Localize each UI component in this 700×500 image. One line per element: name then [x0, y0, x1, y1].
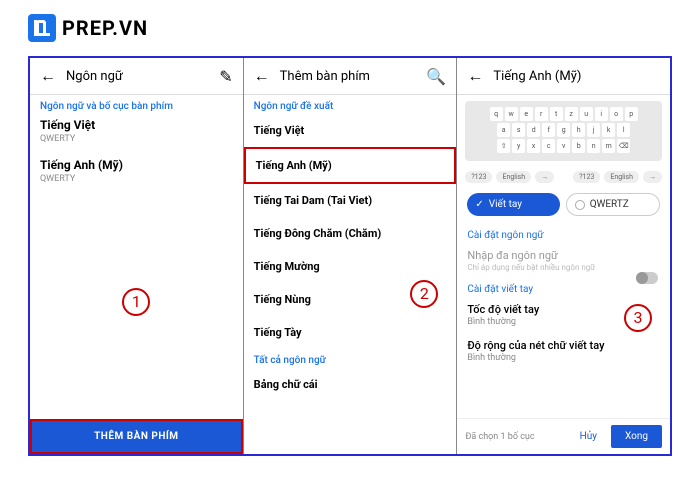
section-label: Cài đặt ngôn ngữ	[457, 224, 670, 243]
keyboard-preview: qwertzuiop asdfghjkl ⇧yxcvbnm⌫	[465, 101, 662, 161]
panel-english-us: ← Tiếng Anh (Mỹ) qwertzuiop asdfghjkl ⇧y…	[457, 58, 670, 454]
add-keyboard-highlight: THÊM BÀN PHÍM	[30, 419, 243, 454]
language-name: Tiếng Việt	[40, 118, 233, 132]
back-arrow-icon[interactable]: ←	[467, 66, 483, 86]
setting-subtitle: Chỉ áp dụng nếu bật nhiều ngôn ngữ	[467, 263, 660, 272]
setting-subtitle: Bình thường	[467, 353, 660, 363]
header: ← Ngôn ngữ ✎	[30, 58, 243, 95]
add-keyboard-button[interactable]: THÊM BÀN PHÍM	[32, 421, 241, 452]
cancel-button[interactable]: Hủy	[572, 427, 605, 446]
setting-multilang[interactable]: Nhập đa ngôn ngữ Chỉ áp dụng nếu bật nhi…	[457, 243, 670, 278]
panel-add-keyboard: ← Thêm bàn phím 🔍 Ngôn ngữ đề xuất Tiếng…	[244, 58, 458, 454]
setting-title: Nhập đa ngôn ngữ	[467, 249, 660, 262]
footer-bar: Đã chọn 1 bố cục Hủy Xong	[457, 418, 670, 454]
list-item[interactable]: Tiếng Tai Dam (Tai Viet)	[244, 184, 457, 217]
section-label: Ngôn ngữ và bố cục bàn phím	[30, 95, 243, 114]
list-item[interactable]: Tiếng Tày	[244, 316, 457, 349]
language-layout: QWERTY	[40, 134, 233, 144]
page-title: Thêm bàn phím	[280, 69, 417, 84]
setting-title: Độ rộng của nét chữ viết tay	[467, 339, 660, 352]
header: ← Tiếng Anh (Mỹ)	[457, 58, 670, 95]
panel-language: ← Ngôn ngữ ✎ Ngôn ngữ và bố cục bàn phím…	[30, 58, 244, 454]
back-arrow-icon[interactable]: ←	[40, 66, 56, 86]
layout-chips: ✓ Viết tay QWERTZ	[457, 189, 670, 224]
panels-container: ← Ngôn ngữ ✎ Ngôn ngữ và bố cục bàn phím…	[28, 56, 672, 456]
done-button[interactable]: Xong	[611, 425, 662, 448]
page-title: Ngôn ngữ	[66, 69, 209, 84]
logo-icon	[28, 14, 56, 42]
radio-icon	[575, 200, 585, 210]
setting-stroke-width[interactable]: Độ rộng của nét chữ viết tay Bình thường	[457, 333, 670, 369]
footer-status: Đã chọn 1 bố cục	[465, 432, 565, 442]
page-title: Tiếng Anh (Mỹ)	[493, 69, 660, 84]
chip-qwertz[interactable]: QWERTZ	[566, 193, 660, 216]
header: ← Thêm bàn phím 🔍	[244, 58, 457, 95]
toggle-switch[interactable]	[636, 272, 658, 284]
back-arrow-icon[interactable]: ←	[254, 66, 270, 86]
chip-handwriting[interactable]: ✓ Viết tay	[467, 193, 559, 216]
language-name: Tiếng Anh (Mỹ)	[40, 158, 233, 172]
language-layout: QWERTY	[40, 174, 233, 184]
logo-bar: PREP.VN	[0, 0, 700, 56]
language-item[interactable]: Tiếng Anh (Mỹ) QWERTY	[30, 154, 243, 194]
chip-label: QWERTZ	[590, 199, 629, 210]
list-item[interactable]: Bảng chữ cái	[244, 368, 457, 393]
check-icon: ✓	[475, 199, 483, 210]
list-item[interactable]: Tiếng Mường	[244, 250, 457, 283]
list-item-highlighted[interactable]: Tiếng Anh (Mỹ)	[244, 147, 457, 184]
language-item[interactable]: Tiếng Việt QWERTY	[30, 114, 243, 154]
list-item[interactable]: Tiếng Việt	[244, 114, 457, 147]
section-label: Ngôn ngữ đề xuất	[244, 95, 457, 114]
chip-label: Viết tay	[489, 199, 522, 210]
step-badge: 1	[122, 288, 150, 316]
edit-icon[interactable]: ✎	[219, 67, 232, 86]
logo-text: PREP.VN	[62, 16, 148, 40]
step-badge: 3	[624, 304, 652, 332]
list-item[interactable]: Tiếng Đông Chăm (Chăm)	[244, 217, 457, 250]
keyboard-tabs: ?123English→ ?123English→	[465, 171, 662, 183]
step-badge: 2	[410, 280, 438, 308]
section-label: Tất cả ngôn ngữ	[244, 349, 457, 368]
search-icon[interactable]: 🔍	[426, 67, 446, 86]
